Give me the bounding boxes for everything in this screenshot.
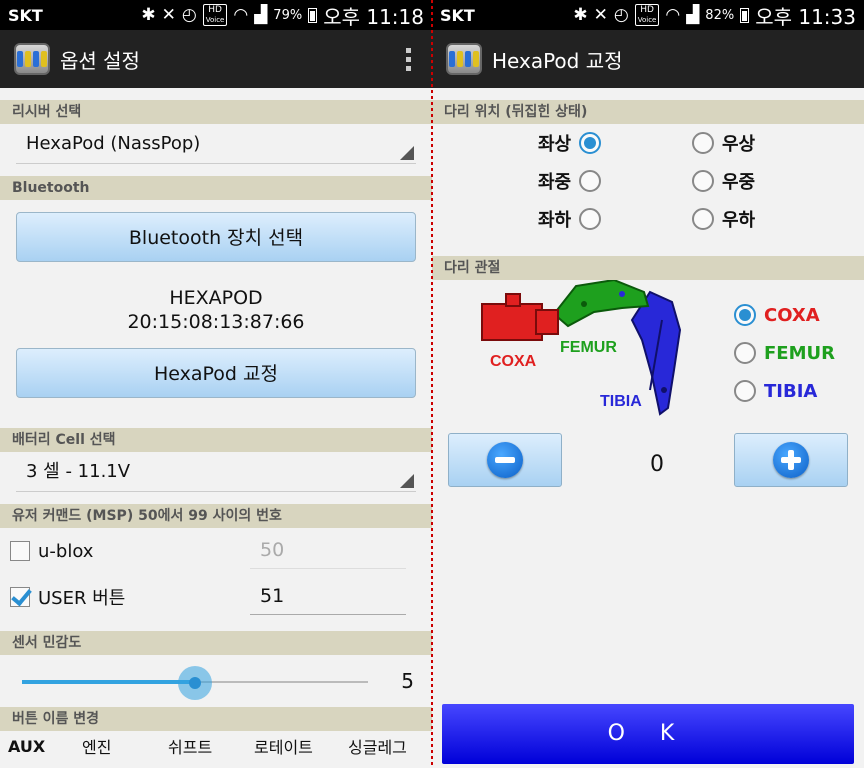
radio-button[interactable] (734, 304, 756, 326)
app-icon (446, 43, 482, 75)
plus-icon (773, 442, 809, 478)
user-button-checkbox[interactable] (10, 587, 30, 607)
receiver-selected: HexaPod (NassPop) (26, 133, 201, 154)
receiver-header: 리시버 선택 (0, 100, 432, 124)
ublox-label: u-blox (38, 540, 94, 562)
radio-button[interactable] (734, 380, 756, 402)
battery-percent: 79% (273, 7, 303, 23)
options-settings-screen: SKT ✱ ✕ ◴ HD Voice ◠ ▟ 79% 오후 11:18 옵션 설정… (0, 0, 432, 768)
signal-icon: ▟ (686, 5, 700, 25)
coxa-part (481, 293, 559, 341)
button-name-row: AUX 엔진 쉬프트 로테이트 싱글레그 (0, 731, 432, 761)
coxa-image-label: COXA (490, 353, 537, 370)
battery-percent: 82% (705, 7, 735, 23)
bluetooth-icon: ✱ (573, 5, 588, 25)
button-name-engine[interactable]: 엔진 (72, 734, 168, 758)
clock: 오후 11:18 (323, 4, 424, 29)
radio-button[interactable] (579, 132, 602, 154)
user-command-row: u-blox 50 (0, 528, 432, 574)
hexapod-calibrate-button[interactable]: HexaPod 교정 (16, 348, 416, 398)
dropdown-icon (400, 474, 414, 488)
slider-thumb[interactable] (178, 666, 212, 700)
mute-icon: ✕ (161, 5, 176, 25)
femur-image-label: FEMUR (560, 339, 617, 356)
radio-button[interactable] (692, 208, 714, 230)
slider-fill (22, 680, 195, 684)
minus-icon (487, 442, 523, 478)
bluetooth-select-button[interactable]: Bluetooth 장치 선택 (16, 212, 416, 262)
bluetooth-device-name: HEXAPOD (169, 287, 263, 309)
joint-option-femur[interactable]: FEMUR (734, 342, 835, 364)
decrement-button[interactable] (448, 433, 562, 487)
leg-position-option[interactable]: 좌중 (538, 168, 602, 194)
dropdown-icon (400, 146, 414, 160)
leg-position-option[interactable]: 우상 (692, 130, 755, 156)
action-bar: HexaPod 교정 (432, 30, 864, 88)
radio-button[interactable] (734, 342, 756, 364)
leg-position-option[interactable]: 우중 (692, 168, 755, 194)
signal-icon: ▟ (254, 5, 268, 25)
calibration-value: 0 (650, 452, 664, 477)
leg-position-radio-group: 좌상 우상 좌중 우중 좌하 우하 (432, 124, 864, 240)
overflow-menu-icon[interactable] (398, 47, 418, 71)
alarm-icon: ◴ (181, 5, 197, 25)
carrier-label: SKT (8, 5, 43, 25)
button-name-rotate[interactable]: 로테이트 (254, 734, 348, 758)
app-icon (14, 43, 50, 75)
radio-button[interactable] (692, 170, 714, 192)
radio-button[interactable] (579, 170, 602, 192)
leg-position-header: 다리 위치 (뒤집힌 상태) (432, 100, 864, 124)
screen-divider (431, 0, 433, 768)
mute-icon: ✕ (593, 5, 608, 25)
hexapod-leg-image: COXA FEMUR TIBIA (481, 280, 682, 416)
leg-joint-header: 다리 관절 (432, 256, 864, 280)
radio-button[interactable] (579, 208, 602, 230)
rename-header: 버튼 이름 변경 (0, 707, 432, 731)
leg-joint-area: COXA FEMUR TIBIA COXA FEMUR TIBIA (432, 280, 864, 440)
leg-position-option[interactable]: 우하 (692, 206, 755, 232)
button-name-shift[interactable]: 쉬프트 (168, 734, 254, 758)
bluetooth-device-address: 20:15:08:13:87:66 (127, 311, 305, 333)
ok-button[interactable]: O K (442, 704, 854, 764)
hd-voice-icon: HD Voice (202, 4, 228, 26)
page-title: HexaPod 교정 (492, 48, 623, 73)
wifi-icon: ◠ (233, 5, 249, 25)
action-bar: 옵션 설정 (0, 30, 432, 88)
user-button-label: USER 버튼 (38, 588, 126, 609)
page-title: 옵션 설정 (60, 48, 140, 73)
user-button-number-field[interactable]: 51 (250, 579, 406, 615)
user-command-header: 유저 커맨드 (MSP) 50에서 99 사이의 번호 (0, 504, 432, 528)
alarm-icon: ◴ (613, 5, 629, 25)
battery-cell-selected: 3 셀 - 11.1V (26, 461, 131, 482)
tibia-image-label: TIBIA (600, 393, 642, 410)
joint-option-coxa[interactable]: COXA (734, 304, 820, 326)
button-name-aux[interactable]: AUX (8, 737, 72, 756)
battery-icon (740, 7, 750, 23)
joint-option-tibia[interactable]: TIBIA (734, 380, 817, 402)
bluetooth-header: Bluetooth (0, 176, 432, 200)
sensor-value: 5 (401, 669, 414, 693)
status-bar: SKT ✱ ✕ ◴ HD Voice ◠ ▟ 79% 오후 11:18 (0, 0, 432, 30)
sensor-slider[interactable]: 5 (0, 655, 432, 707)
ublox-checkbox[interactable] (10, 541, 30, 561)
button-name-single-leg[interactable]: 싱글레그 (348, 734, 418, 758)
bluetooth-icon: ✱ (141, 5, 156, 25)
receiver-spinner[interactable]: HexaPod (NassPop) (16, 124, 416, 164)
battery-icon (308, 7, 318, 23)
wifi-icon: ◠ (665, 5, 681, 25)
radio-button[interactable] (692, 132, 714, 154)
sensor-header: 센서 민감도 (0, 631, 432, 655)
battery-cell-header: 배터리 Cell 선택 (0, 428, 432, 452)
carrier-label: SKT (440, 5, 475, 25)
ublox-number-field[interactable]: 50 (250, 533, 406, 569)
status-bar: SKT ✱ ✕ ◴ HD Voice ◠ ▟ 82% 오후 11:33 (432, 0, 864, 30)
leg-position-option[interactable]: 좌하 (538, 206, 602, 232)
clock: 오후 11:33 (755, 4, 856, 29)
hexapod-calibration-screen: SKT ✱ ✕ ◴ HD Voice ◠ ▟ 82% 오후 11:33 HexaP… (432, 0, 864, 768)
leg-position-option[interactable]: 좌상 (538, 130, 602, 156)
hd-voice-icon: HD Voice (634, 4, 660, 26)
user-command-row: USER 버튼 51 (0, 574, 432, 620)
battery-cell-spinner[interactable]: 3 셀 - 11.1V (16, 452, 416, 492)
increment-button[interactable] (734, 433, 848, 487)
